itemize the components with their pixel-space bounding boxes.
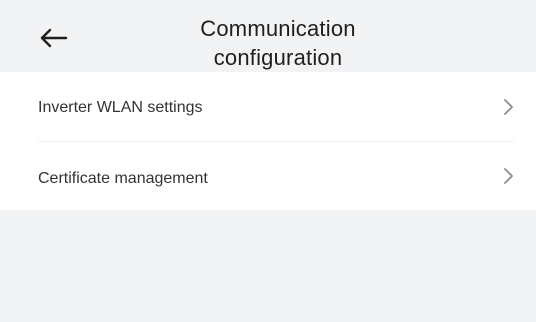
page-title-line-1: Communication [200, 16, 356, 41]
top-app-bar: Communication configuration [0, 0, 536, 72]
settings-menu-card: Inverter WLAN settings Certificate manag… [0, 72, 536, 210]
page-title: Communication configuration [120, 14, 436, 72]
page-title-line-2: configuration [213, 45, 343, 70]
chevron-right-icon [502, 166, 516, 186]
certificate-management-label: Certificate management [38, 170, 208, 187]
back-button[interactable] [30, 20, 76, 60]
inverter-wlan-settings-item[interactable]: Inverter WLAN settings [0, 72, 536, 142]
chevron-right-icon [502, 97, 516, 117]
inverter-wlan-settings-label: Inverter WLAN settings [38, 99, 203, 116]
arrow-left-icon [38, 26, 68, 55]
certificate-management-item[interactable]: Certificate management [0, 141, 536, 210]
